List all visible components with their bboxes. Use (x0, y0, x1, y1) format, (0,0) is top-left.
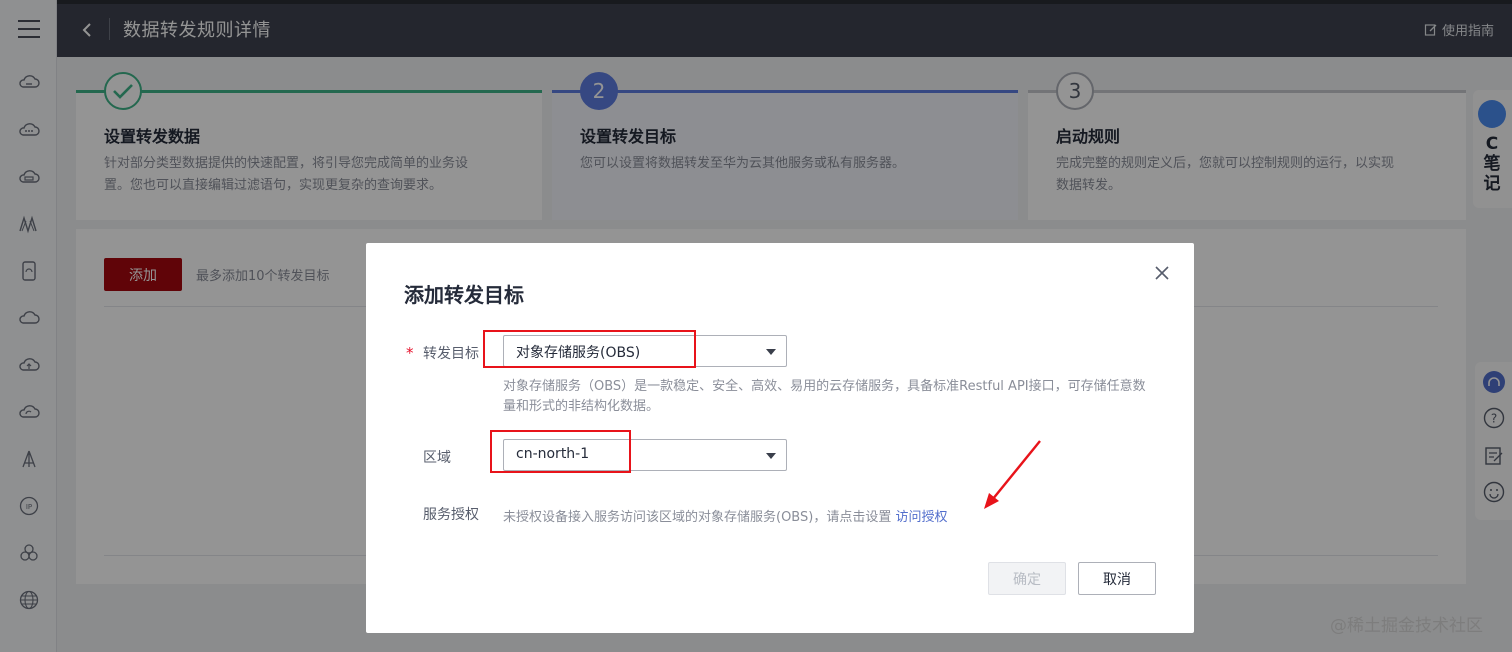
chevron-down-icon (766, 453, 776, 459)
add-target-dialog: 添加转发目标 * 转发目标 对象存储服务(OBS) 对象存储服务（OBS）是一款… (366, 243, 1194, 633)
annotation-highlight-box (490, 430, 631, 473)
annotation-highlight-box (483, 330, 696, 368)
auth-text: 未授权设备接入服务访问该区域的对象存储服务(OBS)，请点击设置 访问授权 (503, 510, 948, 525)
cancel-button[interactable]: 取消 (1078, 562, 1156, 595)
access-auth-link[interactable]: 访问授权 (895, 510, 947, 525)
required-mark: * (406, 344, 414, 362)
target-description: 对象存储服务（OBS）是一款稳定、安全、高效、易用的云存储服务，具备标准Rest… (503, 379, 1146, 414)
auth-label: 服务授权 (423, 507, 479, 523)
confirm-button[interactable]: 确定 (988, 562, 1066, 595)
chevron-down-icon (766, 349, 776, 355)
target-label: 转发目标 (423, 346, 479, 362)
dialog-title: 添加转发目标 (404, 283, 524, 307)
close-icon[interactable] (1152, 263, 1172, 283)
region-label: 区域 (423, 450, 451, 466)
annotation-arrow-icon (984, 440, 1041, 509)
